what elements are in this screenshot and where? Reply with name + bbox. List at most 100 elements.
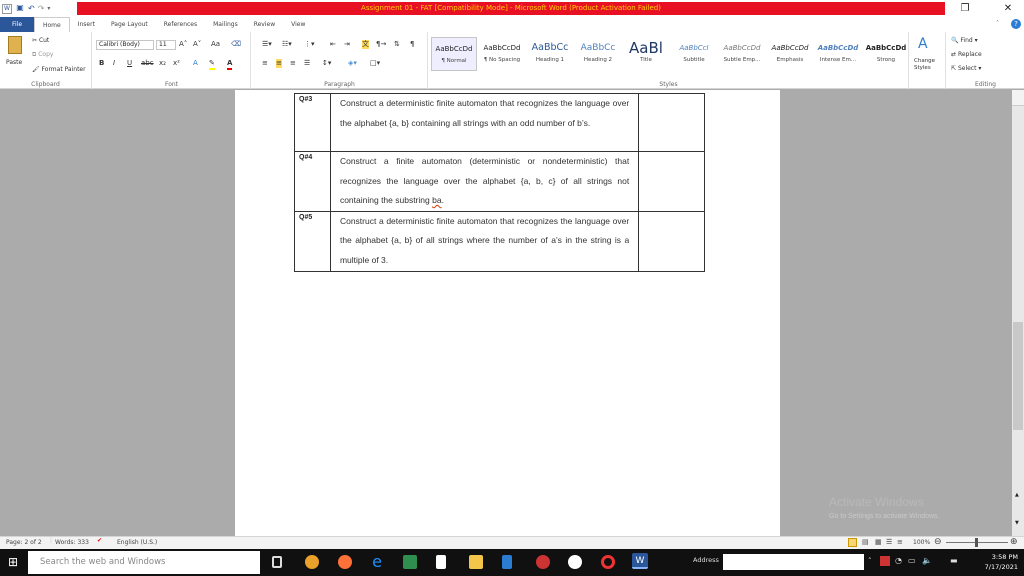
change-case-icon[interactable]: Aa xyxy=(211,40,220,49)
change-styles-icon[interactable]: A xyxy=(918,36,928,52)
multilevel-list-icon[interactable]: ⋮▾ xyxy=(304,40,315,49)
chrome-icon[interactable] xyxy=(305,555,319,569)
sort-cjk-icon[interactable]: 文 xyxy=(362,40,369,49)
outline-icon[interactable]: ☰ xyxy=(886,538,892,546)
font-name-select[interactable]: Calibri (Body) xyxy=(96,40,154,50)
style-no-spacing[interactable]: AaBbCcDd ¶ No Spacing xyxy=(479,37,525,71)
document-page[interactable]: Q#3 Construct a deterministic finite aut… xyxy=(235,90,780,536)
replace-button[interactable]: ⇄ Replace xyxy=(951,51,982,58)
increase-indent-icon[interactable]: ⇥ xyxy=(344,40,350,49)
highlight-icon[interactable]: ✎ xyxy=(209,59,215,70)
zoom-out-icon[interactable]: ⊖ xyxy=(934,537,942,547)
save-icon[interactable]: ▣ xyxy=(15,3,25,14)
file-explorer-icon[interactable] xyxy=(469,555,483,569)
ruler-toggle-icon[interactable] xyxy=(1012,90,1024,106)
show-formatting-icon[interactable]: ¶ xyxy=(410,40,414,49)
paste-button[interactable]: Paste xyxy=(6,59,22,66)
line-spacing-icon[interactable]: ↕▾ xyxy=(322,59,331,68)
zoom-slider-thumb[interactable] xyxy=(975,538,978,547)
tab-mailings[interactable]: Mailings xyxy=(205,17,246,32)
shrink-font-icon[interactable]: A˅ xyxy=(193,40,201,49)
paste-icon[interactable] xyxy=(8,36,22,54)
empty-cell[interactable] xyxy=(638,210,705,272)
tab-insert[interactable]: Insert xyxy=(70,17,103,32)
font-size-select[interactable]: 11 xyxy=(156,40,176,50)
question-text[interactable]: Construct a finite automaton (determinis… xyxy=(329,151,640,212)
tray-chevron-icon[interactable]: ˄ xyxy=(868,557,872,565)
borders-icon[interactable]: □▾ xyxy=(370,59,380,68)
tray-app-icon[interactable] xyxy=(880,556,890,566)
draft-icon[interactable]: ≡ xyxy=(897,538,903,546)
scroll-down-icon[interactable]: ▼ xyxy=(1015,520,1019,526)
customize-qat-icon[interactable]: ▾ xyxy=(47,5,50,12)
tab-references[interactable]: References xyxy=(156,17,205,32)
format-painter-button[interactable]: 🖌 Format Painter xyxy=(32,66,86,73)
style-strong[interactable]: AaBbCcDd Strong xyxy=(863,37,909,71)
clear-format-icon[interactable]: ⌫ xyxy=(231,40,241,49)
zoom-in-icon[interactable]: ⊕ xyxy=(1010,537,1018,547)
style-heading-1[interactable]: AaBbCc Heading 1 xyxy=(527,37,573,71)
align-right-icon[interactable]: ≡ xyxy=(290,59,296,68)
decrease-indent-icon[interactable]: ⇤ xyxy=(330,40,336,49)
underline-button[interactable]: U xyxy=(127,59,132,68)
sort-icon[interactable]: ⇅ xyxy=(394,40,400,49)
grow-font-icon[interactable]: A˄ xyxy=(179,40,187,49)
word-taskbar-icon[interactable]: W xyxy=(632,553,648,569)
strikethrough-icon[interactable]: abc xyxy=(141,59,154,68)
question-text[interactable]: Construct a deterministic finite automat… xyxy=(329,93,640,152)
align-left-icon[interactable]: ≡ xyxy=(262,59,268,68)
empty-cell[interactable] xyxy=(638,151,705,212)
shading-icon[interactable]: ◈▾ xyxy=(348,59,357,68)
print-layout-icon[interactable] xyxy=(848,538,857,547)
vertical-scrollbar[interactable]: ▲ ▼ xyxy=(1012,90,1024,536)
app-icon[interactable] xyxy=(502,555,512,569)
cut-button[interactable]: ✂ Cut xyxy=(32,37,49,44)
task-view-icon[interactable] xyxy=(272,556,282,568)
store-icon[interactable] xyxy=(436,555,446,569)
web-layout-icon[interactable]: ▦ xyxy=(875,538,882,546)
scroll-thumb[interactable] xyxy=(1013,322,1023,430)
select-button[interactable]: ⇱ Select ▾ xyxy=(951,65,981,72)
text-effects-icon[interactable]: A xyxy=(193,59,198,68)
restore-button[interactable]: ❐ xyxy=(955,2,975,15)
bold-button[interactable]: B xyxy=(99,59,104,68)
page-count[interactable]: Page: 2 of 2 xyxy=(6,539,42,546)
italic-button[interactable]: I xyxy=(113,59,115,68)
tab-home[interactable]: Home xyxy=(34,17,70,32)
collapse-ribbon-icon[interactable]: ˄ xyxy=(996,20,999,27)
language[interactable]: English (U.S.) xyxy=(117,539,157,546)
copy-button[interactable]: ⧉ Copy xyxy=(32,51,53,59)
proofing-icon[interactable]: ✔ xyxy=(97,537,102,544)
tab-review[interactable]: Review xyxy=(246,17,283,32)
battery-icon[interactable]: ▭ xyxy=(908,556,916,565)
ltr-icon[interactable]: ¶→ xyxy=(376,40,386,49)
opera-icon[interactable] xyxy=(601,555,615,569)
style-title[interactable]: AaBl Title xyxy=(623,37,669,71)
align-center-icon[interactable]: ≡ xyxy=(276,59,282,68)
zoom-level[interactable]: 100% xyxy=(913,539,930,546)
style-intense-emphasis[interactable]: AaBbCcDd Intense Em... xyxy=(815,37,861,71)
style-subtitle[interactable]: AaBbCcI Subtitle xyxy=(671,37,717,71)
question-text[interactable]: Construct a deterministic finite automat… xyxy=(329,210,640,272)
address-input[interactable] xyxy=(723,554,864,570)
numbering-icon[interactable]: ☷▾ xyxy=(282,40,292,49)
app-red-icon[interactable] xyxy=(536,555,550,569)
edge-icon[interactable]: e xyxy=(370,554,384,570)
style-normal[interactable]: AaBbCcDd ¶ Normal xyxy=(431,37,477,71)
subscript-icon[interactable]: x₂ xyxy=(159,59,166,68)
wifi-icon[interactable]: ◔ xyxy=(895,556,902,565)
bullets-icon[interactable]: ☰▾ xyxy=(262,40,272,49)
empty-cell[interactable] xyxy=(638,93,705,152)
windows-start-icon[interactable]: ⊞ xyxy=(8,556,18,569)
notification-icon[interactable]: ▬ xyxy=(950,556,958,565)
superscript-icon[interactable]: x² xyxy=(173,59,180,68)
justify-icon[interactable]: ☰ xyxy=(304,59,310,68)
font-color-icon[interactable]: A xyxy=(227,59,233,70)
full-screen-icon[interactable]: ▤ xyxy=(862,538,869,546)
tab-file[interactable]: File xyxy=(0,17,34,32)
taskbar-clock[interactable]: 3:58 PM 7/17/2021 xyxy=(978,552,1018,572)
tab-view[interactable]: View xyxy=(283,17,313,32)
photos-icon[interactable] xyxy=(403,555,417,569)
redo-icon[interactable]: ↷ xyxy=(38,4,45,13)
scroll-up-icon[interactable]: ▲ xyxy=(1015,492,1019,498)
